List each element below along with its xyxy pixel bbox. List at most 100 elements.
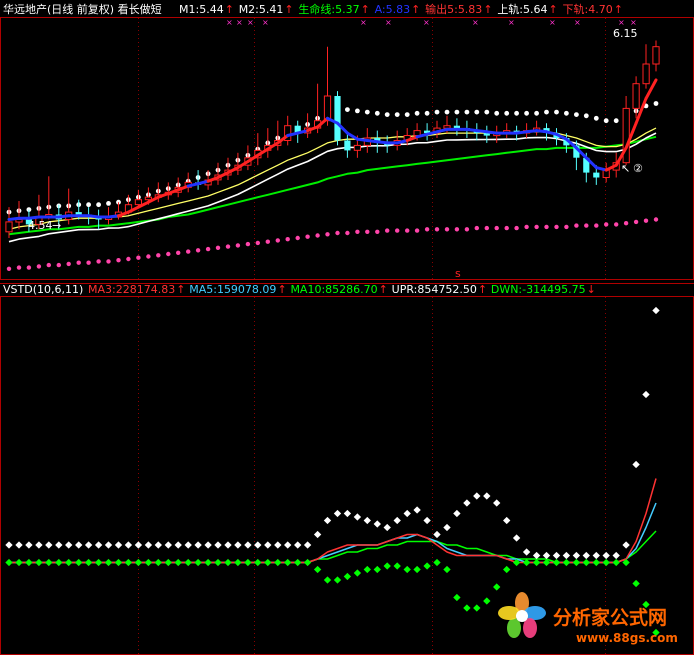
upper-band-point — [534, 110, 539, 116]
signal-circle-label: ② — [633, 162, 643, 175]
signal-marker: × — [360, 18, 367, 27]
low-price-label: 4.54 — [28, 219, 53, 232]
lower-band-point — [66, 261, 71, 267]
upper-band-point — [454, 109, 460, 115]
lower-band-point — [614, 222, 619, 227]
lower-band-point — [136, 255, 141, 260]
lower-band-point — [494, 225, 499, 231]
a-line-segment — [87, 214, 101, 219]
upper-band-point — [444, 109, 450, 115]
upper-band-point — [106, 201, 111, 206]
lower-band-point — [395, 228, 400, 233]
lower-band-point — [524, 224, 529, 230]
lower-band-point — [126, 256, 131, 262]
stock-chart: × × × × × × × × × × × × × 华远地产(日线 前复权) 看长做短 M1:5.44 ↑… — [0, 0, 694, 655]
upper-band-point — [613, 118, 619, 124]
signal-marker: × — [262, 18, 269, 27]
a-line-segment — [475, 129, 489, 134]
header-arrow: ↑ — [284, 3, 293, 16]
upper-band-point — [374, 110, 380, 116]
lower-band-point — [195, 248, 201, 253]
lower-band-point — [504, 225, 509, 231]
upper-band-point — [504, 110, 510, 116]
candle-body — [593, 172, 600, 178]
a-line-segment — [525, 129, 539, 134]
lower-band-point — [375, 229, 380, 234]
header-arrow: ↑ — [411, 3, 420, 16]
lower-band-point — [215, 245, 221, 250]
lower-band-point — [156, 253, 161, 258]
lower-band-point — [584, 223, 589, 228]
lower-band-point — [176, 250, 181, 255]
lower-band-point — [405, 228, 410, 233]
header-indicator: 生命线:5.37 — [298, 2, 359, 16]
lower-band-point — [285, 237, 290, 242]
header-indicator: MA3:228174.83 — [88, 283, 175, 296]
upper-band-point — [524, 110, 529, 116]
signal-marker: × — [574, 18, 581, 27]
header-arrow: ↑ — [361, 3, 370, 16]
header-indicator: UPR:854752.50 — [392, 283, 477, 296]
lower-band-point — [414, 228, 420, 233]
lower-band-point — [424, 227, 430, 232]
divider-mark: s — [455, 267, 461, 280]
upper-band-point — [96, 202, 101, 208]
upper-band-point — [593, 115, 599, 121]
header-indicator: MA5:159078.09 — [189, 283, 276, 296]
header-arrow: ↓ — [587, 283, 596, 296]
lower-band-point — [225, 244, 231, 249]
candle-body — [5, 221, 13, 233]
lower-band-point — [604, 222, 609, 227]
signal-marker: × — [618, 18, 625, 27]
signal-marker: × — [630, 18, 637, 27]
upper-band-point — [583, 113, 589, 119]
lower-band-point — [365, 229, 370, 234]
lower-band-point — [564, 224, 569, 230]
lower-band-point — [146, 254, 151, 259]
lower-band-point — [454, 227, 460, 232]
signal-marker: × — [247, 18, 254, 27]
lower-band-point — [46, 262, 51, 268]
signal-marker: × — [385, 18, 392, 27]
candle-body — [353, 144, 361, 151]
header-indicator: 输出5:5.83 — [425, 2, 482, 16]
upper-band-point — [394, 112, 400, 117]
lower-band-point — [186, 249, 191, 254]
signal-marker: × — [423, 18, 430, 27]
chart-background — [0, 0, 694, 655]
lower-band-point — [295, 235, 300, 241]
header-indicator: 上轨:5.64 — [497, 2, 547, 16]
header-arrow: ↑ — [614, 3, 623, 16]
candle-body — [622, 107, 630, 164]
lower-band-point — [355, 229, 360, 234]
lower-band-point — [514, 225, 519, 231]
a-line-segment — [515, 130, 529, 135]
candle-body — [134, 199, 143, 206]
indicator-title: VSTD(10,6,11) — [3, 283, 83, 296]
pointer-arrow: ↖ — [621, 162, 630, 175]
lower-band-point — [235, 243, 241, 248]
upper-band-point — [424, 110, 430, 116]
upper-band-point — [474, 109, 480, 115]
lower-band-point — [464, 227, 470, 232]
chart-title: 华远地产(日线 前复权) 看长做短 — [3, 2, 162, 16]
lower-band-point — [385, 228, 390, 233]
candle-body — [344, 140, 351, 151]
lower-band-point — [484, 225, 489, 231]
lower-band-point — [106, 259, 111, 264]
lower-band-point — [86, 260, 91, 265]
a-line-segment — [365, 139, 379, 144]
header-arrow: ↑ — [379, 283, 388, 296]
lower-band-point — [534, 224, 539, 230]
lower-band-point — [623, 221, 629, 226]
a-line-segment — [7, 216, 21, 221]
upper-band-point — [464, 109, 470, 115]
upper-band-point — [494, 110, 500, 116]
lower-band-point — [335, 230, 340, 236]
lower-band-point — [245, 241, 251, 247]
header-arrow: ↑ — [225, 3, 234, 16]
lower-band-point — [166, 251, 171, 257]
header-indicator: 下轨:4.70 — [563, 2, 613, 16]
lower-band-point — [36, 264, 42, 269]
indicator-panel-header: VSTD(10,6,11) MA3:228174.83 ↑ MA5:159078.0… — [3, 283, 596, 296]
